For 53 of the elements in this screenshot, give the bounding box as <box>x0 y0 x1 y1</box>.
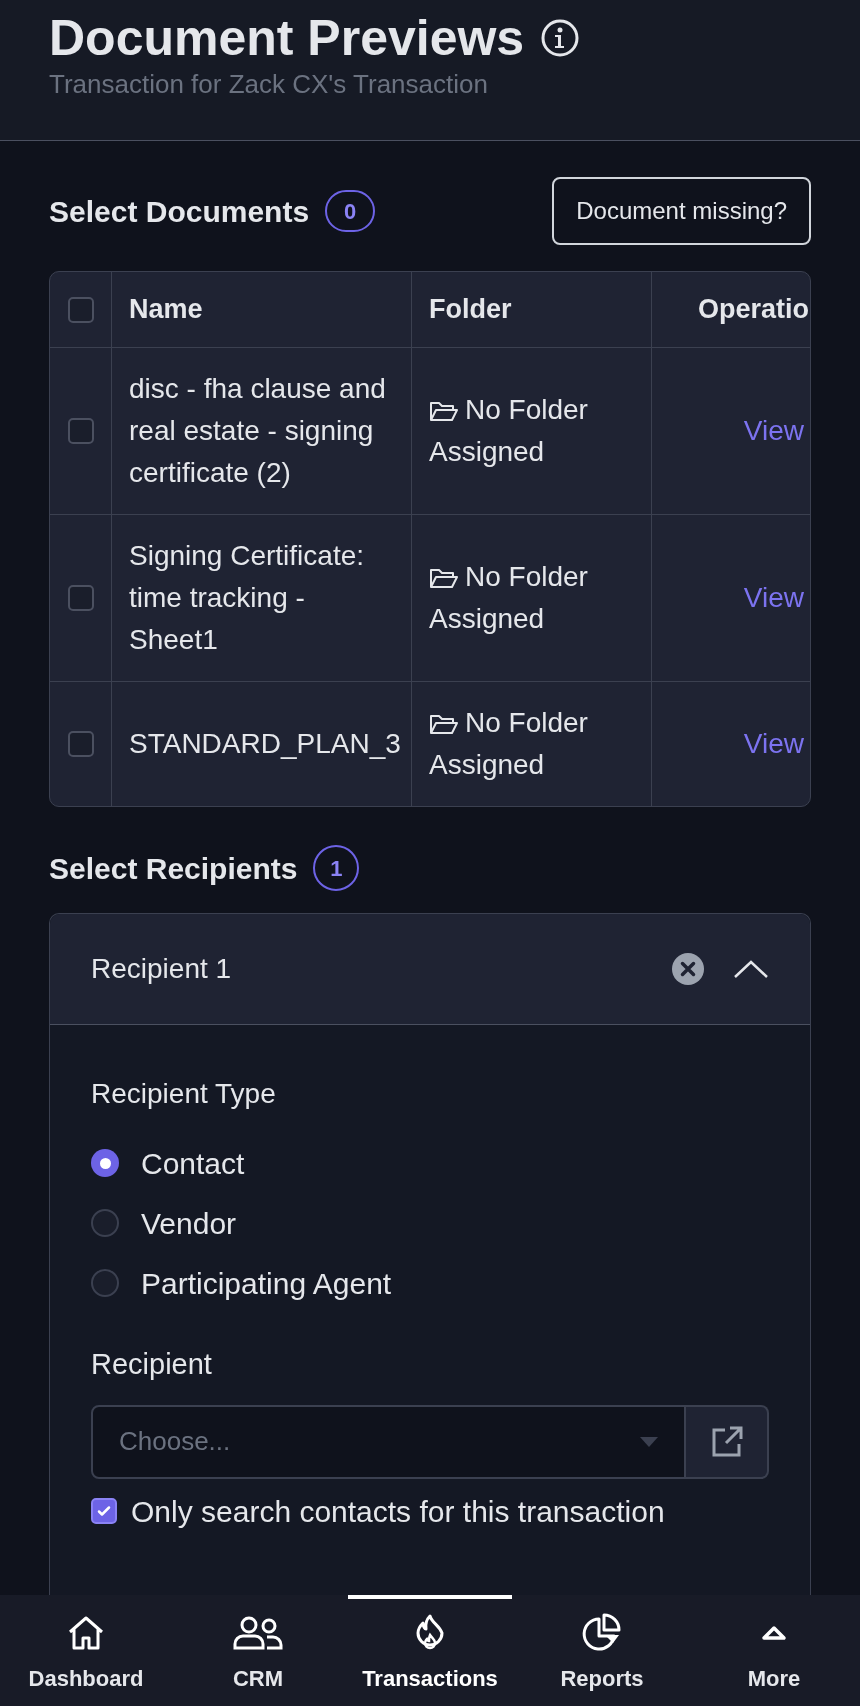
checkbox[interactable] <box>91 1498 117 1524</box>
folder-label: No Folder Assigned <box>429 560 589 636</box>
section-heading: Select Documents <box>49 193 310 230</box>
checkbox[interactable] <box>67 418 94 444</box>
view-link[interactable]: View <box>743 577 804 619</box>
checkbox[interactable] <box>67 296 94 323</box>
folder-icon <box>429 713 459 735</box>
folder-label: No Folder Assigned <box>429 706 589 782</box>
nav-tab[interactable]: Transactions <box>344 1595 516 1706</box>
folder-icon <box>429 400 459 422</box>
column-header: Name <box>129 293 203 327</box>
nav-tab[interactable]: CRM <box>172 1595 344 1706</box>
radio-button[interactable] <box>91 1149 119 1177</box>
pie-chart-icon <box>582 1613 622 1653</box>
chevron-up-icon[interactable] <box>733 959 769 979</box>
document-name: Signing Certificate: time tracking - Sheet1 <box>129 539 365 657</box>
count-badge: 0 <box>325 190 376 232</box>
caret-icon <box>640 1436 658 1447</box>
recipient-title: Recipient 1 <box>91 952 233 986</box>
section-heading: Select Recipients <box>49 850 298 887</box>
document-name: disc - fha clause and real estate - signing certificate (2) <box>129 372 387 490</box>
radio-button[interactable] <box>91 1209 119 1237</box>
check-icon <box>96 1503 112 1519</box>
recipient-select[interactable]: Choose... <box>91 1404 686 1479</box>
info-icon[interactable] <box>540 18 581 58</box>
nav-tab[interactable]: More <box>688 1595 860 1706</box>
field-label: Recipient Type <box>91 1077 277 1111</box>
page-subtitle: Transaction for Zack CX's Transaction <box>49 68 489 101</box>
radio-label: Participating Agent <box>141 1265 392 1302</box>
checkbox[interactable] <box>67 731 94 757</box>
checkbox-label: Only search contacts for this transaction <box>131 1493 665 1530</box>
column-header: Folder <box>429 293 512 327</box>
home-icon <box>67 1615 105 1651</box>
folder-label: No Folder Assigned <box>429 393 589 469</box>
page-title: Document Previews <box>49 10 525 66</box>
view-link[interactable]: View <box>743 723 804 765</box>
remove-icon[interactable] <box>671 952 705 986</box>
users-icon <box>232 1615 284 1651</box>
open-external-button[interactable] <box>686 1404 769 1479</box>
document-missing-button[interactable]: Document missing? <box>552 177 811 245</box>
column-header: Operatio <box>697 293 809 327</box>
nav-tab[interactable]: Dashboard <box>0 1595 172 1706</box>
radio-label: Vendor <box>141 1205 237 1242</box>
radio-label: Contact <box>141 1145 245 1182</box>
nav-tab[interactable]: Reports <box>516 1595 688 1706</box>
view-link[interactable]: View <box>743 410 804 452</box>
caret-up-icon <box>760 1625 788 1641</box>
checkbox[interactable] <box>67 585 94 611</box>
count-badge: 1 <box>313 845 360 891</box>
field-label: Recipient <box>91 1347 213 1382</box>
folder-icon <box>429 567 459 589</box>
radio-button[interactable] <box>91 1269 119 1297</box>
document-name: STANDARD_PLAN_3 <box>129 727 401 761</box>
